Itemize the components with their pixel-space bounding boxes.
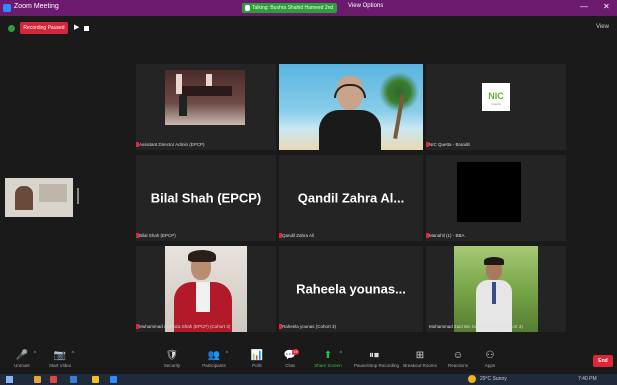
- video-camera-off-icon: 📷: [53, 350, 67, 361]
- video-feed-person: [179, 94, 187, 116]
- shared-video-thumbnail[interactable]: [5, 178, 73, 217]
- participant-tile[interactable]: Muhammad Zaid Bin Saeed (EPCP) (Cohort 3…: [426, 246, 566, 332]
- stop-recording-button[interactable]: [84, 26, 89, 31]
- microphone-muted-icon: 🎤: [15, 350, 29, 361]
- participant-tile[interactable]: Assistant Director Admin (EPCP): [136, 64, 276, 150]
- shield-icon: 🛡: [165, 350, 179, 361]
- participant-name: Raheela younas (Cohort 3): [282, 324, 337, 329]
- clock-time[interactable]: 7:40 PM: [578, 376, 597, 382]
- pause-stop-recording-label: Pause/Stop Recording: [354, 363, 400, 368]
- unmute-options-caret[interactable]: ^: [34, 351, 36, 357]
- participant-display-name: Qandil Zahra Al...: [297, 190, 405, 206]
- participant-display-name: Bilal Shah (EPCP): [150, 190, 262, 206]
- weather-icon[interactable]: [468, 375, 476, 383]
- start-video-label: Start Video: [48, 363, 72, 368]
- pause-stop-recording-button[interactable]: ⏸⏹ Pause/Stop Recording: [354, 349, 400, 374]
- app-icon[interactable]: [50, 376, 57, 383]
- title-bar: Zoom Meeting Talking: Bushra Shahid Hame…: [0, 0, 617, 16]
- video-feed-detail: [182, 86, 232, 96]
- app-icon[interactable]: [70, 376, 77, 383]
- breakout-rooms-button[interactable]: ⊞ Breakout Rooms: [400, 349, 440, 374]
- chat-button[interactable]: 💬 19 Chat: [270, 349, 310, 374]
- resume-recording-button[interactable]: ▶: [74, 23, 84, 33]
- apps-button[interactable]: ⚇ Apps: [470, 349, 510, 374]
- zoom-taskbar-icon[interactable]: [110, 376, 117, 383]
- share-options-caret[interactable]: ^: [340, 351, 342, 357]
- unmute-label: Unmute: [14, 363, 30, 368]
- video-feed-person-shirt: [196, 282, 210, 312]
- apps-label: Apps: [484, 363, 496, 368]
- thumbnail-screen: [39, 184, 67, 202]
- talking-indicator-text: Talking: Bushra Shahid Hameed 2nd: [252, 5, 334, 11]
- end-meeting-button[interactable]: End: [593, 355, 613, 367]
- share-screen-button[interactable]: ⬆ ^ Share Screen: [308, 349, 348, 374]
- participant-name: Faisal Mir: [282, 142, 302, 147]
- video-feed-person: [319, 110, 381, 150]
- breakout-rooms-label: Breakout Rooms: [403, 363, 437, 368]
- participant-name: Muhammad Zaid Bin Saeed (EPCP) (Cohort 3…: [429, 324, 523, 329]
- participants-button[interactable]: 👥 ^ Participants: [194, 349, 234, 374]
- file-explorer-icon[interactable]: [34, 376, 41, 383]
- close-button[interactable]: ✕: [603, 2, 610, 11]
- chat-icon: 💬: [283, 350, 297, 361]
- video-feed-person-hair: [484, 257, 504, 265]
- minimize-button[interactable]: —: [580, 2, 588, 11]
- chat-label: Chat: [285, 363, 295, 368]
- participants-label: Participants: [202, 363, 226, 368]
- start-video-button[interactable]: 📷 ^ Start Video: [40, 349, 80, 374]
- participant-tile[interactable]: NIC Quetta NIC Quetta - Brandit: [426, 64, 566, 150]
- nic-logo: NIC Quetta: [482, 83, 510, 111]
- video-feed-person-hair: [188, 250, 216, 262]
- zoom-meeting-window: Zoom Meeting Talking: Bushra Shahid Hame…: [0, 0, 617, 385]
- logo-text: NIC: [488, 91, 504, 101]
- weather-text[interactable]: 29°C Sunny: [480, 376, 507, 382]
- chat-unread-badge: 19: [292, 349, 299, 355]
- participant-tile[interactable]: Manahil (1) - BBA: [426, 155, 566, 241]
- zoom-icon: [3, 4, 11, 12]
- window-title: Zoom Meeting: [14, 3, 59, 10]
- talking-indicator: Talking: Bushra Shahid Hameed 2nd: [242, 3, 337, 13]
- windows-taskbar: 29°C Sunny 7:40 PM: [0, 374, 617, 385]
- microphone-icon: [245, 5, 250, 11]
- participant-tile[interactable]: Raheela younas... Raheela younas (Cohort…: [279, 246, 423, 332]
- participant-tile[interactable]: Muhammad Ali Raza Shah (EPCP) (Cohort 3): [136, 246, 276, 332]
- windows-start-icon[interactable]: [6, 376, 13, 383]
- video-options-caret[interactable]: ^: [72, 351, 74, 357]
- security-button[interactable]: 🛡 Security: [152, 349, 192, 374]
- logo-subtext: Quetta: [491, 102, 501, 106]
- thumbnail-person: [15, 186, 33, 210]
- participants-options-caret[interactable]: ^: [226, 351, 228, 357]
- participants-icon: 👥: [207, 350, 221, 361]
- participant-tile[interactable]: Bilal Shah (EPCP) Bilal Shah (EPCP): [136, 155, 276, 241]
- participant-name: Manahil (1) - BBA: [429, 233, 465, 238]
- apps-icon: ⚇: [485, 350, 495, 361]
- participant-tile-active-speaker[interactable]: Faisal Mir: [279, 64, 423, 150]
- security-shield-icon: [8, 25, 15, 32]
- security-label: Security: [163, 363, 181, 368]
- participant-name: Bilal Shah (EPCP): [139, 233, 176, 238]
- participant-display-name: Raheela younas...: [296, 281, 406, 297]
- share-screen-label: Share Screen: [314, 363, 342, 368]
- app-icon[interactable]: [92, 376, 99, 383]
- participant-name: NIC Quetta - Brandit: [429, 142, 470, 147]
- thumbnail-resize-handle[interactable]: [77, 188, 79, 204]
- unmute-button[interactable]: 🎤 ^ Unmute: [2, 349, 42, 374]
- breakout-rooms-icon: ⊞: [415, 350, 425, 361]
- participant-name: Assistant Director Admin (EPCP): [139, 142, 205, 147]
- video-feed: [457, 162, 521, 222]
- meeting-controls-toolbar: 🎤 ^ Unmute 📷 ^ Start Video 🛡 Security 👥 …: [0, 349, 617, 374]
- participant-tile[interactable]: Qandil Zahra Al... Qandil Zahra Ali: [279, 155, 423, 241]
- participant-name: Qandil Zahra Ali: [282, 233, 315, 238]
- view-options-button[interactable]: View Options: [348, 3, 383, 9]
- video-feed-person-tie: [492, 282, 496, 304]
- recording-status: Recording Paused: [20, 22, 68, 34]
- pause-stop-icon: ⏸⏹: [369, 350, 379, 361]
- share-screen-icon: ⬆: [323, 350, 333, 361]
- participant-name: Muhammad Ali Raza Shah (EPCP) (Cohort 3): [139, 324, 231, 329]
- view-button[interactable]: View: [596, 24, 609, 30]
